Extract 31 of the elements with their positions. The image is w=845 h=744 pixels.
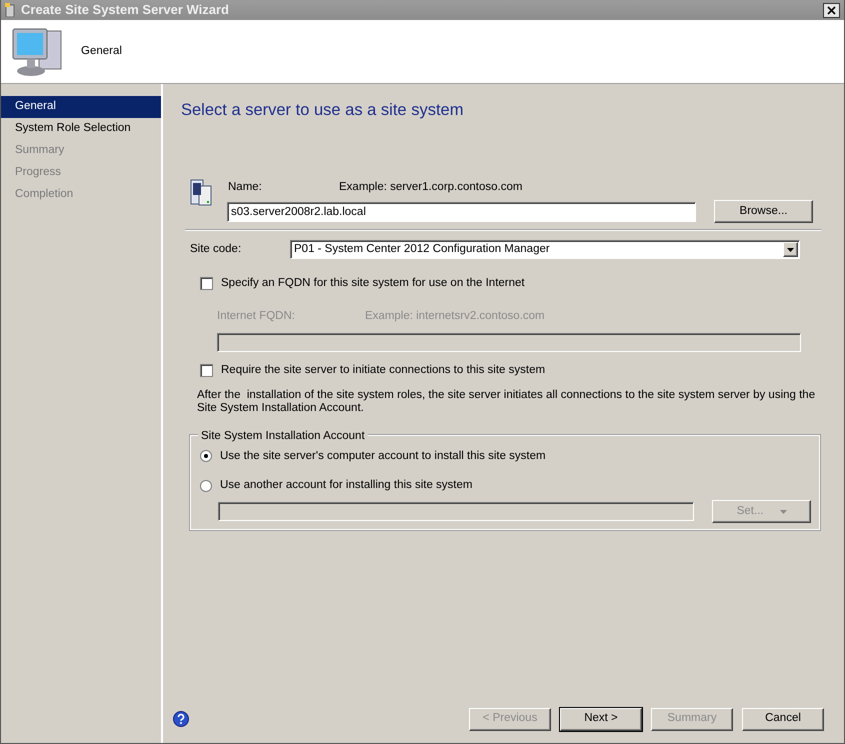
radio-button[interactable] [200, 480, 212, 492]
dropdown-arrow-icon [780, 510, 787, 514]
radio-button[interactable] [200, 450, 212, 462]
wizard-step[interactable]: System Role Selection [1, 118, 161, 140]
radio-label: Use another account for installing this site system [220, 478, 472, 493]
help-icon[interactable] [173, 711, 189, 727]
radio-label: Use the site server's computer account to install this site system [220, 448, 546, 464]
wizard-button[interactable]: Cancel [742, 708, 824, 730]
dropdown-arrow-icon [787, 248, 794, 252]
server-icon [190, 178, 212, 206]
name-example: Example: server1.corp.contoso.com [339, 180, 522, 195]
window-title: Create Site System Server Wizard [21, 1, 230, 20]
checkbox[interactable] [200, 364, 213, 377]
wizard-icon [5, 3, 15, 17]
header-title: General [81, 44, 122, 59]
site-code-label: Site code: [190, 242, 242, 257]
checkbox[interactable] [200, 277, 213, 290]
browse-button[interactable]: Browse... [714, 200, 813, 223]
site-code-dropdown[interactable]: P01 - System Center 2012 Configuration Manager [290, 240, 800, 259]
wizard-step[interactable]: General [1, 96, 161, 118]
checkbox-label: Specify an FQDN for this site system for use on the Internet [221, 276, 525, 291]
wizard-button[interactable]: Next > [560, 708, 642, 730]
close-button[interactable] [823, 2, 840, 18]
name-field[interactable]: s03.server2008r2.lab.local [227, 202, 696, 222]
internet-fqdn-label: Internet FQDN: [217, 309, 296, 324]
checkbox-label: Require the site server to initiate connections to this site system [221, 362, 546, 378]
name-label: Name: [228, 180, 263, 195]
internet-fqdn-example: Example: internetsrv2.contoso.com [365, 309, 545, 324]
close-icon [827, 6, 836, 14]
page-heading: Select a server to use as a site system [181, 100, 464, 121]
info-text: After the installation of the site system roles, the site server initiates all connections to the site system server by using the Site System Installation Account. [197, 388, 816, 415]
